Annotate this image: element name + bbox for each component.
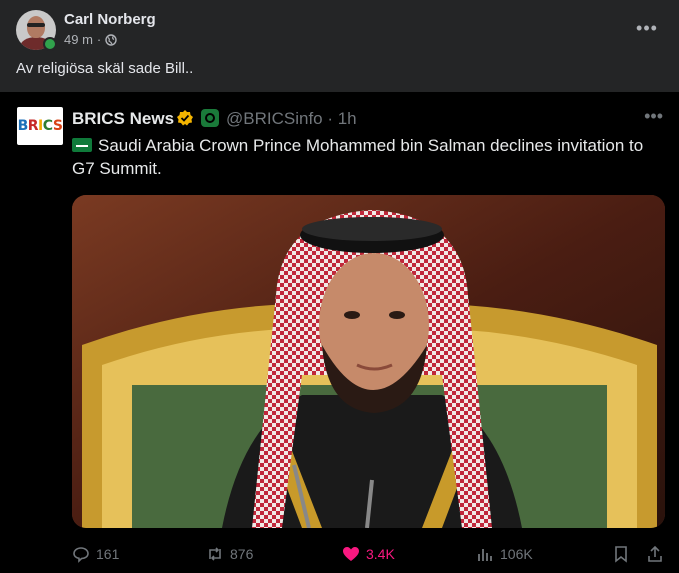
tweet-actions: 161 876 3.4K 106K [0, 535, 679, 573]
tweet-avatar-logo-text: BRICS [17, 118, 63, 134]
tweet-more-icon[interactable]: ••• [644, 106, 663, 127]
saudi-flag-icon [72, 138, 92, 152]
reply-count: 161 [96, 546, 120, 562]
views-count: 106K [500, 546, 533, 562]
like-count: 3.4K [366, 546, 395, 562]
online-status-icon [43, 37, 57, 51]
post-time[interactable]: 49 m [64, 32, 93, 47]
tweet-text-content: Saudi Arabia Crown Prince Mohammed bin S… [72, 136, 644, 178]
retweet-count: 876 [230, 546, 254, 562]
share-button[interactable] [646, 545, 664, 563]
reply-button[interactable]: 161 [72, 545, 119, 563]
bookmark-button[interactable] [612, 545, 630, 563]
tweet-photo[interactable] [72, 195, 665, 528]
tweet-author-name[interactable]: BRICS News [72, 109, 174, 129]
heart-icon [343, 547, 359, 561]
author-name[interactable]: Carl Norberg [64, 11, 156, 28]
meta-separator: · [96, 32, 102, 47]
tweet-text: Saudi Arabia Crown Prince Mohammed bin S… [72, 134, 662, 180]
bookmark-icon [615, 546, 627, 563]
share-icon [648, 545, 662, 562]
views-button[interactable]: 106K [476, 545, 533, 563]
reply-icon [73, 547, 89, 563]
embedded-tweet[interactable]: BRICS BRICS News @BRICSinfo · 1h ••• Sau… [0, 92, 679, 573]
post-meta: 49 m · [64, 32, 117, 47]
like-button[interactable]: 3.4K [342, 545, 395, 563]
retweet-icon [209, 547, 221, 561]
flag-icon [201, 109, 219, 127]
verified-icon [177, 110, 193, 126]
more-icon: ••• [636, 18, 658, 38]
tweet-avatar[interactable]: BRICS [17, 107, 63, 145]
post-caption: Av religiösa skäl sade Bill.. [16, 60, 194, 77]
globe-icon [105, 33, 117, 46]
tweet-handle[interactable]: @BRICSinfo · 1h [226, 109, 357, 129]
post-more-button[interactable]: ••• [629, 14, 665, 42]
facebook-post: Carl Norberg 49 m · ••• Av religiösa skä… [0, 0, 679, 573]
views-icon [478, 549, 492, 561]
retweet-button[interactable]: 876 [206, 545, 253, 563]
post-header: Carl Norberg 49 m · ••• [0, 0, 679, 60]
